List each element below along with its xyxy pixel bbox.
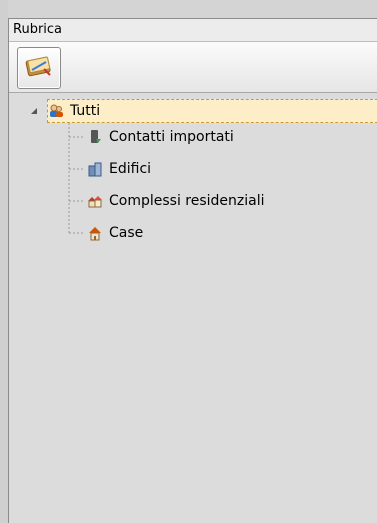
tree-connector-lines (68, 123, 85, 234)
tree-item-edifici[interactable]: Edifici (87, 157, 151, 181)
tree-item-label: Contatti importati (109, 129, 234, 145)
left-edge (0, 0, 8, 523)
address-book-button[interactable] (17, 47, 61, 89)
tree-item-label: Case (109, 225, 144, 241)
residential-complex-icon (87, 193, 103, 209)
tree-item-label: Edifici (109, 161, 152, 177)
tree-item-label: Tutti (70, 103, 101, 119)
buildings-icon (87, 161, 103, 177)
panel-title: Rubrica (9, 19, 377, 42)
rubrica-panel: Rubrica Tutti Contatti importati Edifici… (8, 18, 377, 523)
tree-item-label: Complessi residenziali (109, 193, 265, 209)
tree-item-contatti-importati[interactable]: Contatti importati (87, 125, 234, 149)
tree-item-tutti[interactable]: Tutti (47, 99, 377, 123)
users-icon (48, 103, 64, 119)
import-contacts-icon (87, 129, 103, 145)
expand-collapse-icon[interactable] (31, 108, 37, 114)
house-icon (87, 225, 103, 241)
tree-item-complessi-residenziali[interactable]: Complessi residenziali (87, 189, 265, 213)
tree-item-case[interactable]: Case (87, 221, 143, 245)
toolbar (9, 42, 377, 93)
address-book-icon (24, 53, 54, 83)
